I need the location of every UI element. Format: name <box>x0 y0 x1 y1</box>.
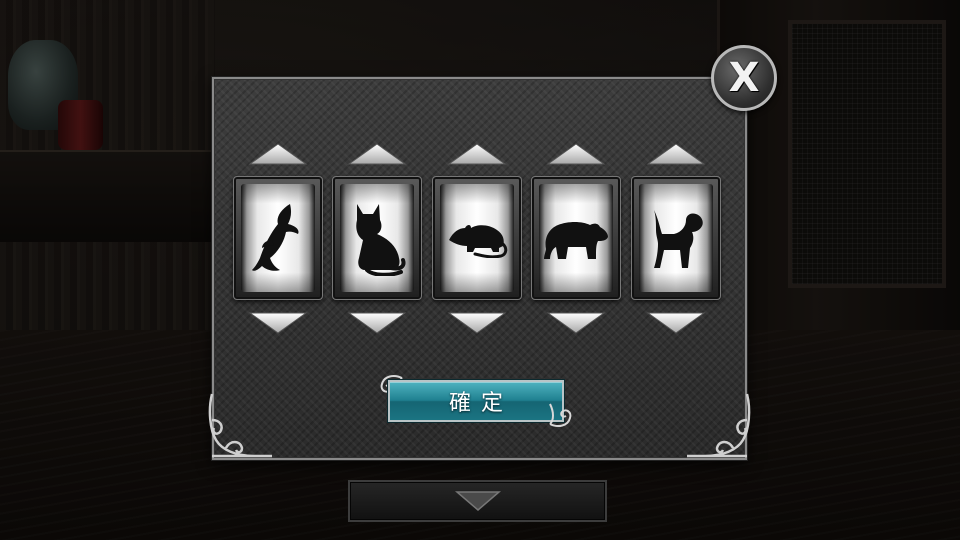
close-icon: X <box>728 55 760 101</box>
rat-icon <box>449 225 508 258</box>
reel-drum <box>440 184 514 292</box>
corner-ornament-left <box>208 393 272 458</box>
reel-1[interactable] <box>233 176 323 300</box>
reel-drum <box>241 184 315 292</box>
reel-4-up-arrow[interactable] <box>546 142 606 166</box>
reel-drum <box>539 184 613 292</box>
close-button[interactable]: X <box>711 45 777 111</box>
flourish-ornament <box>549 403 572 427</box>
chevron-down-icon <box>454 491 501 511</box>
confirm-button[interactable]: 確定 <box>388 380 564 422</box>
reel-1-up-arrow[interactable] <box>248 142 308 166</box>
reel-4[interactable] <box>531 176 621 300</box>
reel-2-up-arrow[interactable] <box>347 142 407 166</box>
reel-5-down-arrow[interactable] <box>646 311 706 335</box>
corner-ornament-right <box>687 393 751 458</box>
bear-icon <box>544 222 608 259</box>
fish-icon <box>252 204 299 271</box>
reel-2-down-arrow[interactable] <box>347 311 407 335</box>
reel-3[interactable] <box>432 176 522 300</box>
reel-drum <box>340 184 414 292</box>
reel-4-down-arrow[interactable] <box>546 311 606 335</box>
dog-icon <box>654 210 703 268</box>
inventory-toggle-button[interactable] <box>348 480 607 522</box>
reel-1-down-arrow[interactable] <box>248 311 308 335</box>
cat-icon <box>356 204 406 276</box>
reel-3-up-arrow[interactable] <box>447 142 507 166</box>
reel-3-down-arrow[interactable] <box>447 311 507 335</box>
reel-2[interactable] <box>332 176 422 300</box>
reel-5-up-arrow[interactable] <box>646 142 706 166</box>
confirm-button-label: 確定 <box>448 391 513 416</box>
reel-drum <box>639 184 713 292</box>
reel-5[interactable] <box>631 176 721 300</box>
